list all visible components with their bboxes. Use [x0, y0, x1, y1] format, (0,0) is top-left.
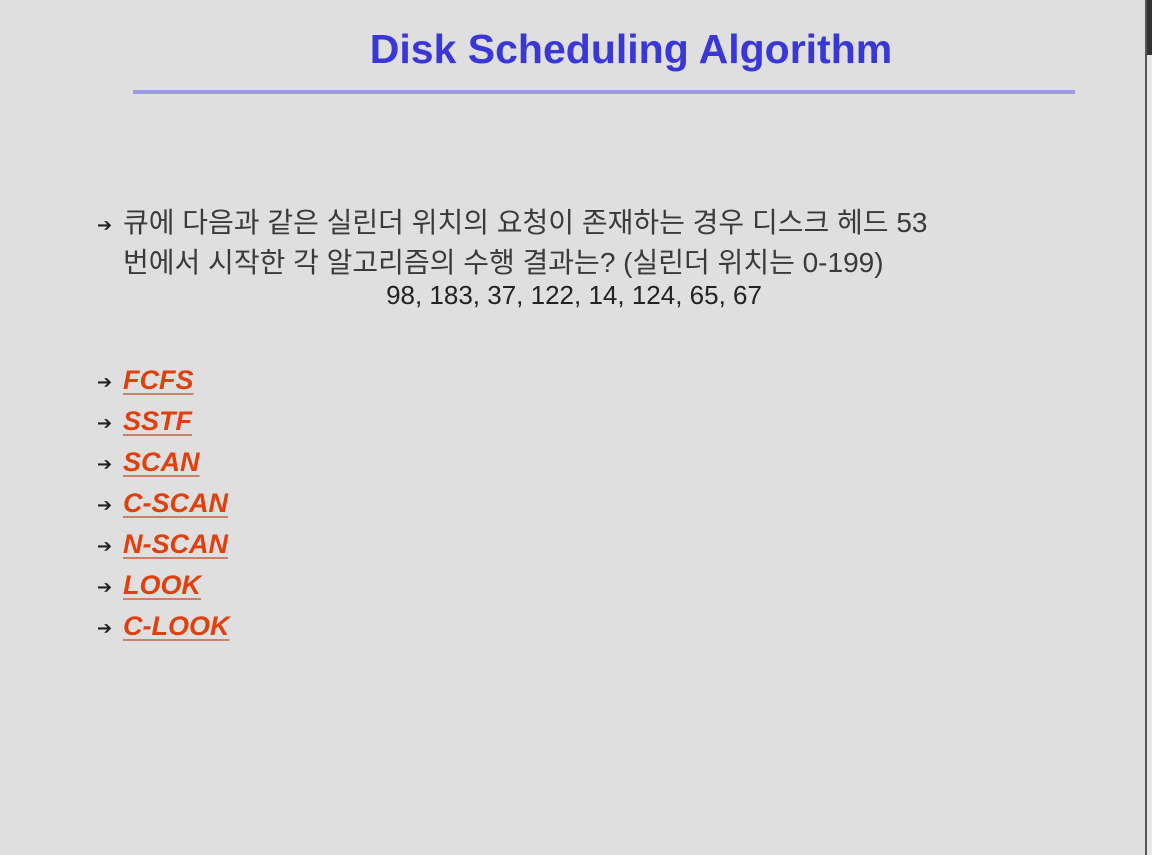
arrow-bullet-icon: ➔	[97, 617, 113, 638]
title-divider	[133, 90, 1075, 94]
arrow-bullet-icon: ➔	[97, 214, 113, 235]
arrow-bullet-icon: ➔	[97, 576, 113, 597]
question-line-2: 번에서 시작한 각 알고리즘의 수행 결과는? (실린더 위치는 0-199)	[123, 246, 884, 278]
arrow-bullet-icon: ➔	[97, 535, 113, 556]
algorithm-item: ➔ SCAN	[97, 444, 229, 485]
arrow-bullet-icon: ➔	[97, 453, 113, 474]
algorithm-item: ➔ C-LOOK	[97, 608, 229, 649]
link-c-scan[interactable]: C-SCAN	[123, 488, 228, 518]
algorithm-list: ➔ FCFS ➔ SSTF ➔ SCAN ➔ C-SCAN ➔ N-SCAN ➔ LOOK …	[97, 362, 229, 649]
link-fcfs[interactable]: FCFS	[123, 365, 194, 395]
link-scan[interactable]: SCAN	[123, 447, 200, 477]
link-look[interactable]: LOOK	[123, 570, 201, 600]
link-c-look[interactable]: C-LOOK	[123, 611, 229, 641]
algorithm-item: ➔ N-SCAN	[97, 526, 229, 567]
algorithm-item: ➔ FCFS	[97, 362, 229, 403]
algorithm-item: ➔ SSTF	[97, 403, 229, 444]
arrow-bullet-icon: ➔	[97, 371, 113, 392]
question-line-1: 큐에 다음과 같은 실린더 위치의 요청이 존재하는 경우 디스크 헤드 53	[123, 207, 928, 238]
algorithm-item: ➔ C-SCAN	[97, 485, 229, 526]
algorithm-item: ➔ LOOK	[97, 567, 229, 608]
arrow-bullet-icon: ➔	[97, 412, 113, 433]
link-sstf[interactable]: SSTF	[123, 406, 192, 436]
window-edge	[1145, 0, 1152, 855]
slide-title: Disk Scheduling Algorithm	[369, 26, 893, 72]
link-n-scan[interactable]: N-SCAN	[123, 529, 228, 559]
question: ➔ 큐에 다음과 같은 실린더 위치의 요청이 존재하는 경우 디스크 헤드 53…	[97, 204, 927, 282]
arrow-bullet-icon: ➔	[97, 494, 113, 515]
request-queue: 98, 183, 37, 122, 14, 124, 65, 67	[386, 280, 762, 310]
